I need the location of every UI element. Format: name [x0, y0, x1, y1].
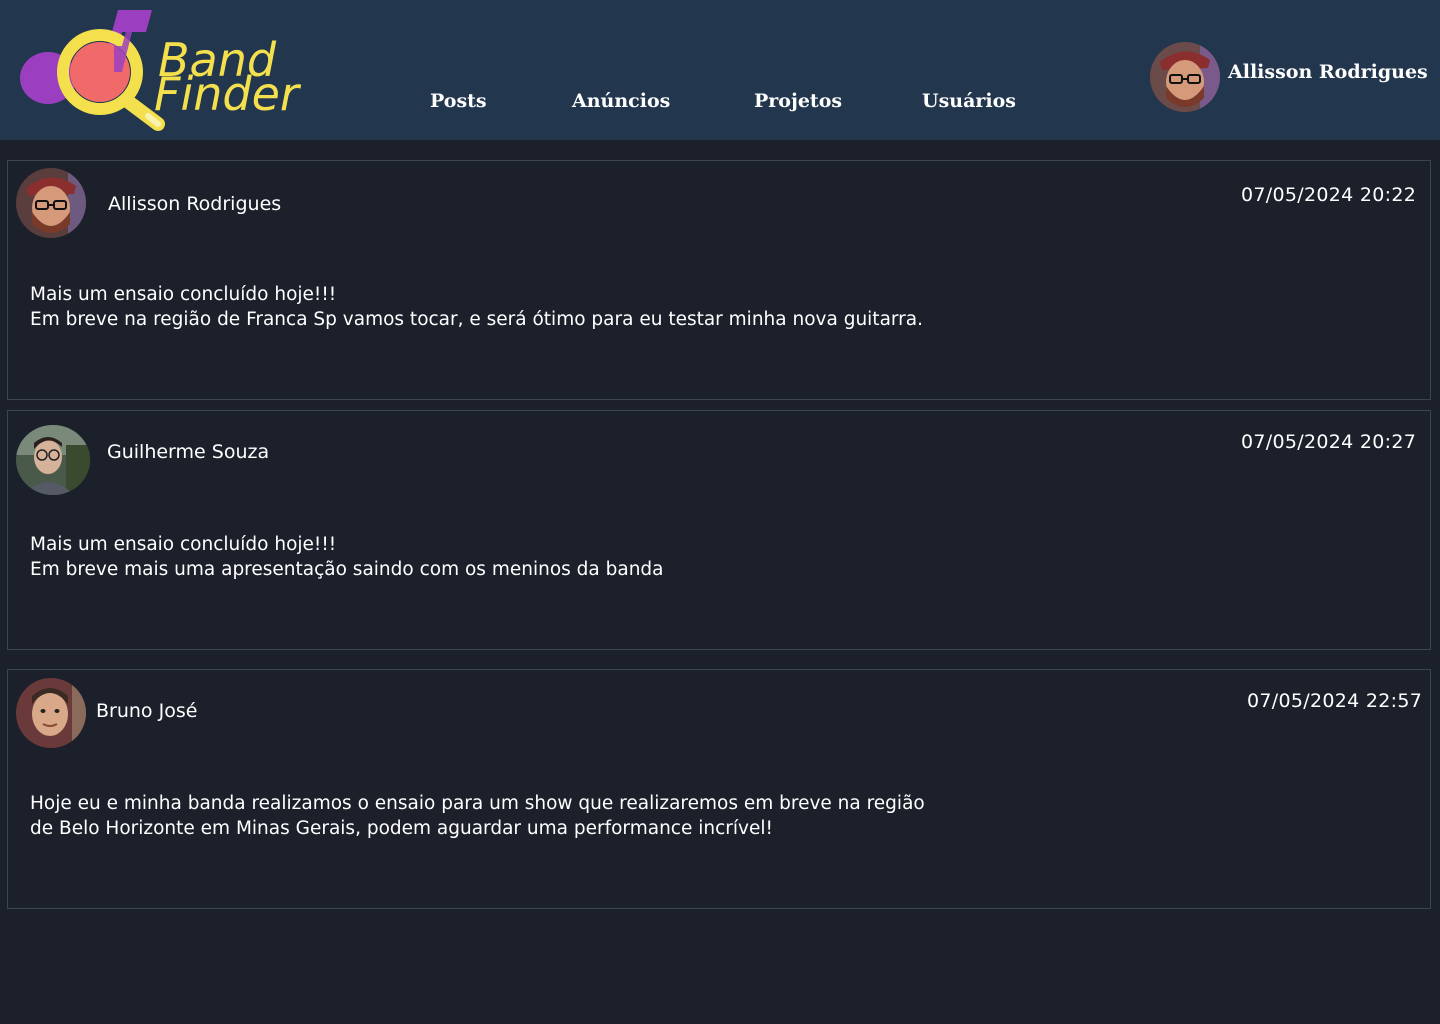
nav-usuarios[interactable]: Usuários	[922, 90, 1016, 112]
post-timestamp: 07/05/2024 20:27	[1241, 431, 1417, 453]
post-timestamp: 07/05/2024 20:22	[1241, 184, 1417, 206]
post-body-line: Em breve na região de Franca Sp vamos to…	[30, 309, 924, 330]
post-body-line: Mais um ensaio concluído hoje!!!	[30, 284, 337, 305]
avatar-allisson-icon[interactable]	[16, 168, 86, 238]
nav-posts[interactable]: Posts	[430, 90, 487, 112]
post-body-line: de Belo Horizonte em Minas Gerais, podem…	[30, 818, 773, 839]
nav-anuncios[interactable]: Anúncios	[572, 90, 670, 112]
logo-text-finder: Finder	[154, 67, 302, 121]
avatar-bruno-icon[interactable]	[16, 678, 86, 748]
post-body-line: Hoje eu e minha banda realizamos o ensai…	[30, 793, 925, 814]
avatar-guilherme-icon[interactable]	[16, 425, 90, 495]
post-card: Allisson Rodrigues 07/05/2024 20:22 Mais…	[7, 160, 1431, 400]
post-body-line: Em breve mais uma apresentação saindo co…	[30, 559, 664, 580]
nav-projetos[interactable]: Projetos	[754, 90, 842, 112]
band-finder-logo[interactable]: Band Finder	[18, 6, 308, 136]
top-navbar: Band Finder Posts Anúncios Projetos Usuá…	[0, 0, 1440, 140]
post-card: Guilherme Souza 07/05/2024 20:27 Mais um…	[7, 410, 1431, 650]
avatar-allisson-icon	[1150, 42, 1220, 112]
header-user-name: Allisson Rodrigues	[1228, 61, 1428, 83]
post-author-name[interactable]: Bruno José	[96, 700, 197, 722]
post-card: Bruno José 07/05/2024 22:57 Hoje eu e mi…	[7, 669, 1431, 909]
post-author-name[interactable]: Guilherme Souza	[107, 441, 269, 463]
post-body-line: Mais um ensaio concluído hoje!!!	[30, 534, 337, 555]
post-author-name[interactable]: Allisson Rodrigues	[108, 193, 281, 215]
post-timestamp: 07/05/2024 22:57	[1247, 690, 1423, 712]
magnifier-music-note-logo-icon: Band Finder	[20, 10, 302, 131]
